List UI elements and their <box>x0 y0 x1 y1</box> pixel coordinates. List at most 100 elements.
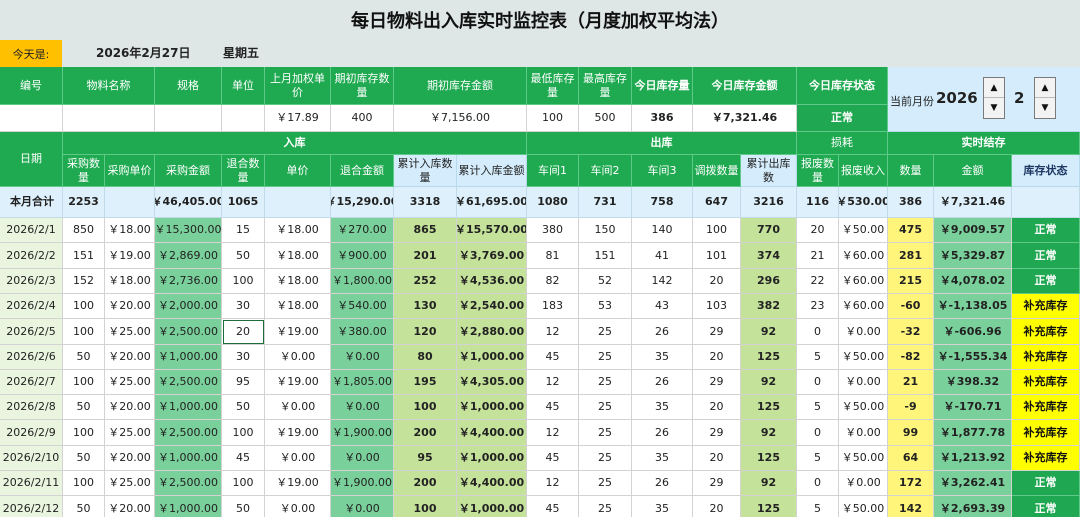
cell-return-qty[interactable]: 50 <box>222 243 265 269</box>
cell-purchase-qty[interactable]: 100 <box>63 471 105 496</box>
cell-return-amount[interactable]: ￥0.00 <box>331 496 394 517</box>
cell-cum-in-amount[interactable]: ￥1,000.00 <box>457 345 527 370</box>
cell-purchase-qty[interactable]: 151 <box>63 243 105 269</box>
cell-cum-out-qty[interactable]: 92 <box>741 471 797 496</box>
cell-workshop-1[interactable]: 183 <box>527 294 579 319</box>
cell-workshop-2[interactable]: 151 <box>579 243 632 269</box>
cell-cum-in-amount[interactable]: ￥4,305.00 <box>457 370 527 395</box>
cell-transfer-qty[interactable]: 20 <box>693 345 741 370</box>
cell-transfer-qty[interactable]: 29 <box>693 370 741 395</box>
cell-transfer-qty[interactable]: 101 <box>693 243 741 269</box>
cell-workshop-2[interactable]: 53 <box>579 294 632 319</box>
cell-return-amount[interactable]: ￥380.00 <box>331 319 394 345</box>
cell-workshop-2[interactable]: 52 <box>579 269 632 294</box>
cell-scrap-income[interactable]: ￥50.00 <box>839 345 888 370</box>
cell-stock-qty[interactable]: 142 <box>888 496 934 517</box>
row-date[interactable]: 2026/2/5 <box>0 319 63 345</box>
cell-scrap-qty[interactable]: 0 <box>797 319 839 345</box>
cell-purchase-price[interactable]: ￥20.00 <box>105 446 155 471</box>
cell-return-price[interactable]: ￥0.00 <box>265 496 331 517</box>
cell-purchase-amount[interactable]: ￥2,500.00 <box>155 471 222 496</box>
cell-workshop-1[interactable]: 12 <box>527 420 579 446</box>
cell-scrap-income[interactable]: ￥50.00 <box>839 218 888 243</box>
cell-stock-amount[interactable]: ￥-1,138.05 <box>934 294 1012 319</box>
cell-scrap-income[interactable]: ￥50.00 <box>839 446 888 471</box>
cell-workshop-2[interactable]: 25 <box>579 319 632 345</box>
cell-cum-in-amount[interactable]: ￥15,570.00 <box>457 218 527 243</box>
cell-workshop-1[interactable]: 45 <box>527 446 579 471</box>
cell-scrap-income[interactable]: ￥0.00 <box>839 471 888 496</box>
cell-workshop-1[interactable]: 45 <box>527 395 579 420</box>
spin-down-icon[interactable]: ▼ <box>1035 98 1055 118</box>
cell-purchase-qty[interactable]: 850 <box>63 218 105 243</box>
cell-return-amount[interactable]: ￥1,800.00 <box>331 269 394 294</box>
cell-transfer-qty[interactable]: 29 <box>693 420 741 446</box>
cell-workshop-3[interactable]: 35 <box>632 496 693 517</box>
cell-workshop-2[interactable]: 25 <box>579 345 632 370</box>
cell-purchase-amount[interactable]: ￥2,500.00 <box>155 319 222 345</box>
cell-cum-out-qty[interactable]: 296 <box>741 269 797 294</box>
info-value-max-stock[interactable]: 500 <box>579 105 632 132</box>
month-spinner[interactable]: ▲ ▼ <box>1034 77 1056 119</box>
cell-workshop-2[interactable]: 25 <box>579 420 632 446</box>
cell-cum-in-amount[interactable]: ￥1,000.00 <box>457 496 527 517</box>
cell-scrap-qty[interactable]: 20 <box>797 218 839 243</box>
cell-workshop-1[interactable]: 82 <box>527 269 579 294</box>
info-value-material-name[interactable] <box>63 105 155 132</box>
cell-workshop-1[interactable]: 12 <box>527 471 579 496</box>
cell-stock-amount[interactable]: ￥1,877.78 <box>934 420 1012 446</box>
cell-cum-in-qty[interactable]: 252 <box>394 269 457 294</box>
cell-return-amount[interactable]: ￥0.00 <box>331 446 394 471</box>
spin-down-icon[interactable]: ▼ <box>984 98 1004 118</box>
cell-workshop-3[interactable]: 35 <box>632 446 693 471</box>
cell-cum-out-qty[interactable]: 382 <box>741 294 797 319</box>
cell-workshop-3[interactable]: 26 <box>632 420 693 446</box>
cell-return-amount[interactable]: ￥540.00 <box>331 294 394 319</box>
cell-return-qty[interactable]: 30 <box>222 345 265 370</box>
cell-stock-qty[interactable]: 215 <box>888 269 934 294</box>
cell-purchase-amount[interactable]: ￥2,500.00 <box>155 420 222 446</box>
cell-stock-qty[interactable]: 281 <box>888 243 934 269</box>
cell-stock-qty[interactable]: 475 <box>888 218 934 243</box>
cell-cum-out-qty[interactable]: 92 <box>741 370 797 395</box>
spin-up-icon[interactable]: ▲ <box>1035 78 1055 98</box>
cell-return-qty[interactable]: 95 <box>222 370 265 395</box>
cell-stock-qty[interactable]: -9 <box>888 395 934 420</box>
cell-stock-status[interactable]: 补充库存 <box>1012 345 1080 370</box>
cell-return-amount[interactable]: ￥0.00 <box>331 345 394 370</box>
cell-workshop-2[interactable]: 25 <box>579 471 632 496</box>
cell-return-price[interactable]: ￥19.00 <box>265 319 331 345</box>
cell-return-qty[interactable]: 15 <box>222 218 265 243</box>
cell-stock-status[interactable]: 补充库存 <box>1012 294 1080 319</box>
cell-stock-status[interactable]: 补充库存 <box>1012 446 1080 471</box>
cell-stock-qty[interactable]: 99 <box>888 420 934 446</box>
cell-stock-status[interactable]: 正常 <box>1012 218 1080 243</box>
cell-purchase-qty[interactable]: 152 <box>63 269 105 294</box>
cell-return-price[interactable]: ￥19.00 <box>265 370 331 395</box>
cell-purchase-qty[interactable]: 50 <box>63 496 105 517</box>
cell-cum-in-amount[interactable]: ￥2,540.00 <box>457 294 527 319</box>
cell-purchase-price[interactable]: ￥18.00 <box>105 269 155 294</box>
cell-purchase-amount[interactable]: ￥1,000.00 <box>155 395 222 420</box>
cell-return-amount[interactable]: ￥270.00 <box>331 218 394 243</box>
cell-cum-in-qty[interactable]: 80 <box>394 345 457 370</box>
cell-stock-status[interactable]: 补充库存 <box>1012 395 1080 420</box>
cell-stock-status[interactable]: 正常 <box>1012 471 1080 496</box>
cell-cum-in-amount[interactable]: ￥4,400.00 <box>457 471 527 496</box>
cell-stock-amount[interactable]: ￥398.32 <box>934 370 1012 395</box>
cell-scrap-income[interactable]: ￥50.00 <box>839 395 888 420</box>
cell-workshop-3[interactable]: 41 <box>632 243 693 269</box>
cell-return-qty[interactable]: 30 <box>222 294 265 319</box>
cell-stock-amount[interactable]: ￥-170.71 <box>934 395 1012 420</box>
cell-purchase-qty[interactable]: 50 <box>63 446 105 471</box>
cell-workshop-3[interactable]: 142 <box>632 269 693 294</box>
cell-stock-status[interactable]: 补充库存 <box>1012 370 1080 395</box>
cell-workshop-1[interactable]: 45 <box>527 496 579 517</box>
cell-scrap-income[interactable]: ￥0.00 <box>839 420 888 446</box>
cell-stock-amount[interactable]: ￥3,262.41 <box>934 471 1012 496</box>
cell-cum-out-qty[interactable]: 125 <box>741 395 797 420</box>
cell-cum-in-amount[interactable]: ￥4,536.00 <box>457 269 527 294</box>
cell-return-qty[interactable]: 20 <box>222 319 265 345</box>
cell-scrap-income[interactable]: ￥50.00 <box>839 496 888 517</box>
cell-cum-in-qty[interactable]: 95 <box>394 446 457 471</box>
